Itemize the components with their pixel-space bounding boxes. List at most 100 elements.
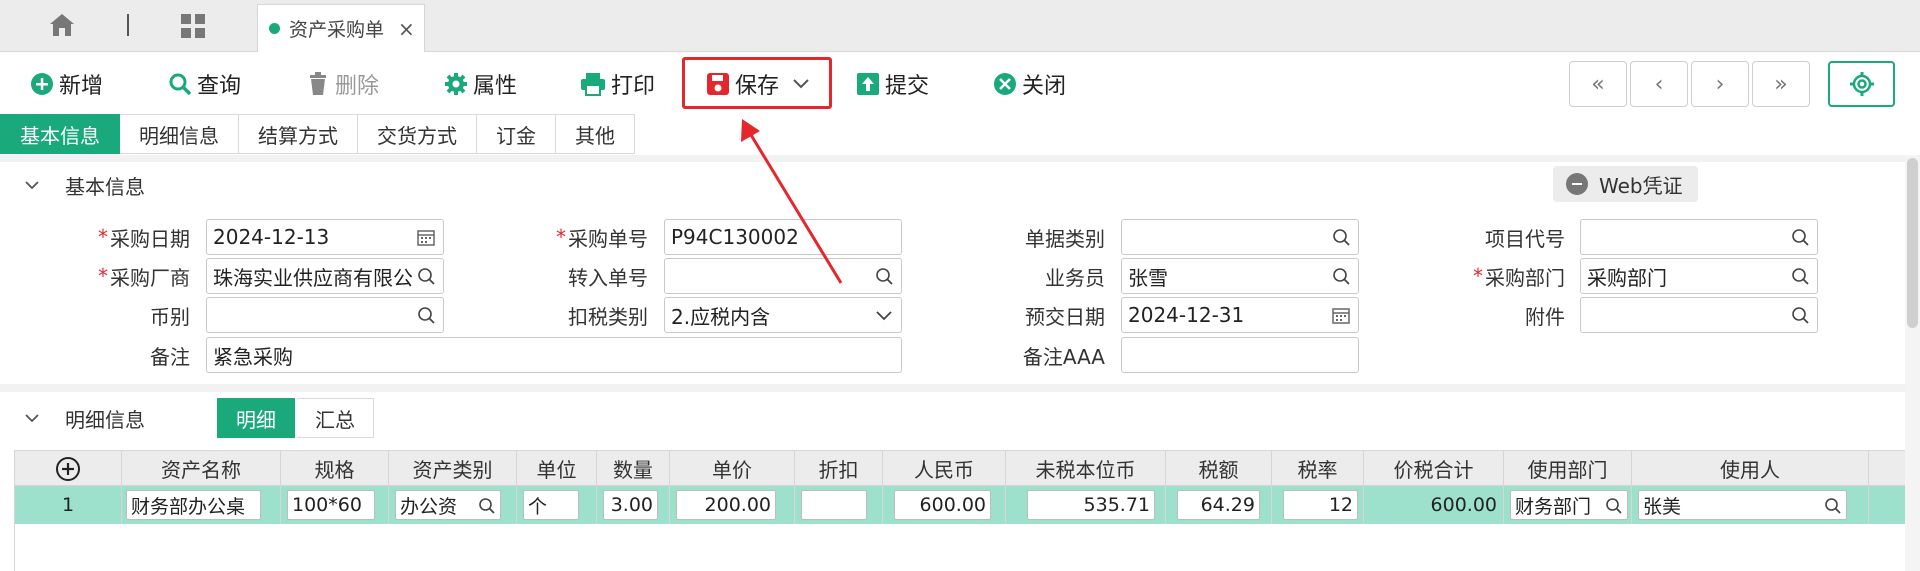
prev-record-button[interactable]: ‹ xyxy=(1630,61,1688,107)
project-code-field[interactable] xyxy=(1580,219,1818,255)
web-voucher-button[interactable]: Web凭证 xyxy=(1553,166,1698,202)
detail-grid: 资产名称 规格 资产类别 单位 数量 单价 折扣 人民币 未税本位币 税额 税率… xyxy=(14,450,1906,571)
col-header-spec[interactable]: 规格 xyxy=(281,451,389,486)
query-button[interactable]: 查询 xyxy=(168,67,241,101)
calendar-icon[interactable] xyxy=(1332,306,1350,324)
price-input[interactable]: 200.00 xyxy=(676,490,776,520)
transfer-no-field[interactable] xyxy=(664,258,902,294)
col-header-category[interactable]: 资产类别 xyxy=(389,451,517,486)
tab-other[interactable]: 其他 xyxy=(556,114,635,154)
asset-name-input[interactable]: 财务部办公桌 xyxy=(126,490,261,520)
add-button[interactable]: 新增 xyxy=(30,67,103,101)
search-icon[interactable] xyxy=(1332,267,1350,285)
plus-circle-icon xyxy=(56,456,80,481)
next-record-button[interactable]: › xyxy=(1691,61,1749,107)
first-record-button[interactable]: « xyxy=(1569,61,1627,107)
col-header-unit[interactable]: 单位 xyxy=(517,451,597,486)
vendor-field[interactable]: 珠海实业供应商有限公 xyxy=(206,258,444,294)
purchase-date-field[interactable]: 2024-12-13 xyxy=(206,219,444,255)
category-input[interactable]: 办公资 xyxy=(395,490,501,520)
remark-label: 备注 xyxy=(150,344,190,369)
rmb-input[interactable]: 600.00 xyxy=(894,490,991,520)
divider xyxy=(0,384,1905,392)
col-header-price[interactable]: 单价 xyxy=(670,451,795,486)
col-header-total[interactable]: 价税合计 xyxy=(1364,451,1504,486)
dept-input[interactable]: 财务部门 xyxy=(1510,490,1628,520)
collapse-chevron-icon[interactable] xyxy=(25,178,39,192)
tab-asset-purchase[interactable]: 资产采购单 × xyxy=(257,4,425,52)
currency-field[interactable] xyxy=(206,297,444,333)
qty-input[interactable]: 3.00 xyxy=(603,490,658,520)
search-icon[interactable] xyxy=(1791,228,1809,246)
calendar-icon[interactable] xyxy=(417,228,435,246)
remark-field[interactable]: 紧急采购 xyxy=(206,337,902,373)
settings-button[interactable] xyxy=(1828,61,1895,107)
submit-button[interactable]: 提交 xyxy=(856,67,929,101)
search-icon[interactable] xyxy=(1791,267,1809,285)
purchase-no-label: * 采购单号 xyxy=(556,225,648,251)
delivery-date-field[interactable]: 2024-12-31 xyxy=(1121,297,1359,333)
scrollbar-thumb[interactable] xyxy=(1907,158,1918,328)
table-row[interactable]: 1 财务部办公桌 100*60 办公资 个 3.00 200.00 600.00… xyxy=(15,486,1906,524)
col-header-discount[interactable]: 折扣 xyxy=(795,451,883,486)
tab-deposit[interactable]: 订金 xyxy=(477,114,556,154)
rate-input[interactable]: 12 xyxy=(1283,490,1358,520)
cell-rmb: 600.00 xyxy=(883,486,1006,524)
col-header-net[interactable]: 未税本位币 xyxy=(1006,451,1166,486)
print-button[interactable]: 打印 xyxy=(580,67,655,101)
properties-button[interactable]: 属性 xyxy=(444,67,517,101)
unit-input[interactable]: 个 xyxy=(523,490,579,520)
app-grid-icon[interactable] xyxy=(180,13,206,39)
subtab-summary[interactable]: 汇总 xyxy=(297,398,374,438)
spec-input[interactable]: 100*60 xyxy=(287,490,375,520)
search-icon[interactable] xyxy=(1332,228,1350,246)
chevron-down-icon[interactable] xyxy=(875,310,893,328)
col-header-rate[interactable]: 税率 xyxy=(1272,451,1364,486)
collapse-chevron-icon[interactable] xyxy=(25,411,39,425)
col-header-rmb[interactable]: 人民币 xyxy=(883,451,1006,486)
tab-delivery[interactable]: 交货方式 xyxy=(358,114,477,154)
properties-label: 属性 xyxy=(473,74,518,99)
remark-aaa-field[interactable] xyxy=(1121,337,1359,373)
search-icon[interactable] xyxy=(1824,497,1841,514)
subtab-detail[interactable]: 明细 xyxy=(217,398,295,438)
search-icon[interactable] xyxy=(478,497,495,514)
purchase-no-field[interactable]: P94C130002 xyxy=(664,219,902,255)
user-input[interactable]: 张美 xyxy=(1638,490,1847,520)
dept-field[interactable]: 采购部门 xyxy=(1580,258,1818,294)
delete-button[interactable]: 删除 xyxy=(306,67,379,101)
doc-type-label: 单据类别 xyxy=(1025,226,1105,251)
search-icon[interactable] xyxy=(875,267,893,285)
doc-type-field[interactable] xyxy=(1121,219,1359,255)
close-button[interactable]: 关闭 xyxy=(993,67,1066,101)
search-icon[interactable] xyxy=(1791,306,1809,324)
last-record-button[interactable]: » xyxy=(1752,61,1810,107)
home-icon[interactable] xyxy=(48,12,76,38)
plus-circle-icon xyxy=(31,73,53,95)
col-header-asset-name[interactable]: 资产名称 xyxy=(122,451,281,486)
discount-input[interactable] xyxy=(801,490,867,520)
close-tab-icon[interactable]: × xyxy=(398,17,415,41)
search-icon[interactable] xyxy=(417,306,435,324)
col-header-dept[interactable]: 使用部门 xyxy=(1504,451,1632,486)
first-icon: « xyxy=(1591,71,1605,97)
tab-detail-info[interactable]: 明细信息 xyxy=(120,114,239,154)
search-icon[interactable] xyxy=(417,267,435,285)
col-header-user[interactable]: 使用人 xyxy=(1632,451,1869,486)
net-input[interactable]: 535.71 xyxy=(1027,490,1155,520)
tab-basic-info[interactable]: 基本信息 xyxy=(0,114,120,154)
vendor-label: * 采购厂商 xyxy=(98,264,190,290)
tab-settlement[interactable]: 结算方式 xyxy=(239,114,358,154)
col-header-qty[interactable]: 数量 xyxy=(597,451,670,486)
project-code-label: 项目代号 xyxy=(1485,226,1565,251)
currency-label: 币别 xyxy=(150,304,190,329)
salesman-field[interactable]: 张雪 xyxy=(1121,258,1359,294)
tax-input[interactable]: 64.29 xyxy=(1177,490,1260,520)
cell-user: 张美 xyxy=(1632,486,1869,524)
attachment-field[interactable] xyxy=(1580,297,1818,333)
search-icon[interactable] xyxy=(1605,497,1622,514)
col-header-tax[interactable]: 税额 xyxy=(1166,451,1272,486)
add-row-button[interactable] xyxy=(15,451,122,486)
tax-type-select[interactable]: 2.应税内含 xyxy=(664,297,902,333)
detail-info-title: 明细信息 xyxy=(65,407,145,432)
